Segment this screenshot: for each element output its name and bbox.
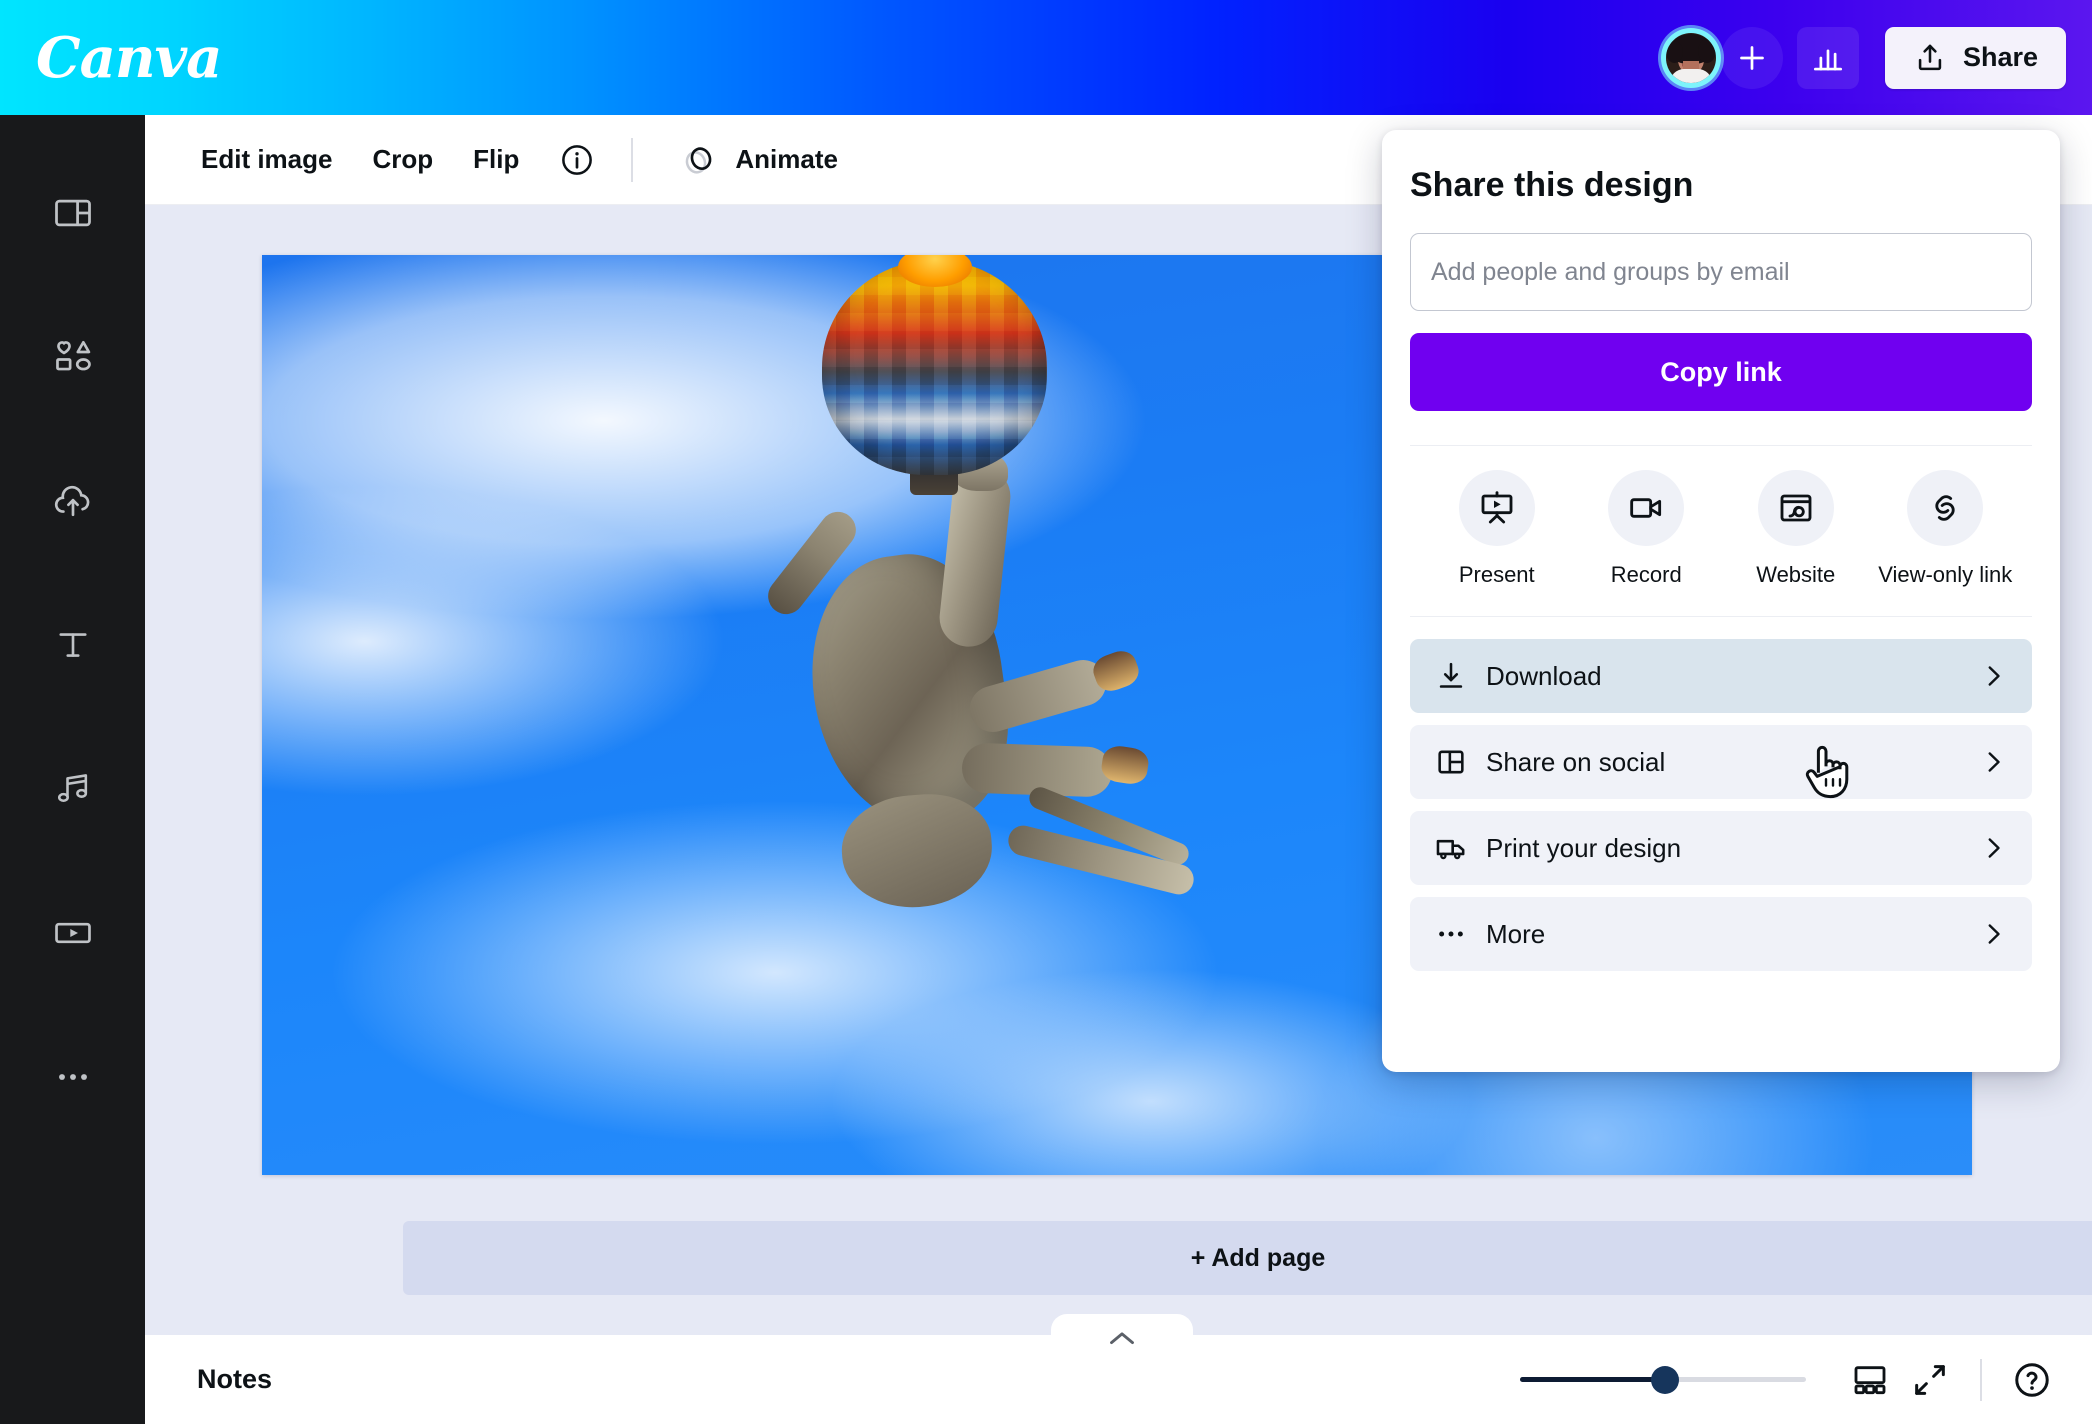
- more-icon: [58, 1074, 87, 1080]
- elements-icon: [55, 340, 91, 371]
- quick-action-present-label: Present: [1458, 562, 1535, 587]
- uploads-icon: [54, 485, 89, 517]
- record-icon-circle: [1608, 470, 1685, 546]
- more-dots-icon: [1434, 917, 1476, 951]
- canva-editor: Canva Share Edit image Crop Flip Animate…: [0, 0, 2092, 1424]
- chevron-right-icon: [1978, 919, 2008, 949]
- help-icon: [2015, 1362, 2049, 1397]
- website-icon-circle: [1757, 470, 1834, 546]
- share-on-social-icon: [1434, 745, 1476, 779]
- add-page-button[interactable]: + Add page: [403, 1221, 2092, 1295]
- collapse-panel-button[interactable]: [1051, 1314, 1193, 1354]
- sidebar-item-elements[interactable]: [25, 317, 121, 397]
- toolbar-divider: [631, 137, 634, 182]
- zoom-slider[interactable]: [1520, 1365, 1806, 1394]
- fullscreen-icon: [1915, 1364, 1945, 1395]
- menu-item-more-label: More: [1486, 918, 1546, 949]
- menu-item-download[interactable]: Download: [1410, 639, 2032, 713]
- insights-button[interactable]: [1796, 26, 1859, 89]
- menu-item-share-on-social-label: Share on social: [1486, 746, 1666, 777]
- toolbar-flip[interactable]: Flip: [453, 134, 539, 185]
- sidebar-item-more[interactable]: [25, 1037, 121, 1117]
- header-actions: Share: [1660, 26, 2066, 89]
- hot-air-balloon: [822, 260, 1047, 475]
- add-page-label: + Add page: [1190, 1243, 1326, 1272]
- canva-logo[interactable]: Canva: [36, 25, 222, 91]
- toolbar-animate-button[interactable]: Animate: [661, 130, 856, 190]
- help-button[interactable]: [2002, 1350, 2062, 1410]
- menu-item-print-your-design[interactable]: Print your design: [1410, 811, 2032, 885]
- sidebar-item-uploads[interactable]: [25, 461, 121, 541]
- zoom-slider-fill: [1520, 1377, 1665, 1382]
- bar-chart-icon: [1813, 49, 1842, 70]
- share-quick-actions: Present Record Website View-only link: [1410, 445, 2032, 617]
- animate-label: Animate: [735, 144, 838, 174]
- info-icon: [562, 144, 593, 175]
- website-icon: [1780, 494, 1812, 522]
- chevron-right-icon: [1978, 661, 2008, 691]
- audio-icon: [57, 774, 87, 803]
- quick-action-record[interactable]: Record: [1572, 470, 1722, 588]
- quick-action-present[interactable]: Present: [1422, 470, 1572, 588]
- toolbar-info-button[interactable]: [551, 134, 603, 186]
- sidebar-item-text[interactable]: [25, 605, 121, 685]
- present-icon-circle: [1458, 470, 1535, 546]
- quick-action-record-label: Record: [1610, 562, 1682, 587]
- menu-item-download-label: Download: [1486, 660, 1602, 691]
- toolbar-crop[interactable]: Crop: [352, 134, 453, 185]
- present-icon: [1481, 491, 1513, 524]
- add-collaborator-button[interactable]: [1720, 26, 1783, 89]
- quick-action-website-label: Website: [1756, 562, 1836, 587]
- avatar-image: [1665, 32, 1716, 83]
- top-header: Canva Share: [0, 0, 2092, 115]
- avatar[interactable]: [1660, 27, 1721, 88]
- share-design-panel: Share this design Copy link Present: [1382, 130, 2060, 1072]
- share-panel-title: Share this design: [1410, 166, 1694, 204]
- quick-action-view-only-link[interactable]: View-only link: [1871, 470, 2021, 588]
- animate-icon: [686, 146, 712, 174]
- chevron-right-icon: [1978, 833, 2008, 863]
- design-icon: [54, 199, 91, 227]
- menu-item-print-your-design-label: Print your design: [1486, 832, 1682, 863]
- fullscreen-button[interactable]: [1900, 1350, 1960, 1410]
- grid-view-icon: [1854, 1365, 1886, 1394]
- sidebar-item-design[interactable]: [25, 173, 121, 253]
- share-email-input[interactable]: [1410, 233, 2032, 311]
- text-icon: [58, 633, 87, 657]
- chevron-right-icon: [1978, 747, 2008, 777]
- toolbar-edit-image[interactable]: Edit image: [181, 134, 352, 185]
- share-button[interactable]: Share: [1884, 26, 2066, 89]
- zoom-slider-knob[interactable]: [1651, 1365, 1679, 1394]
- bottom-bar-right: [1520, 1350, 2062, 1410]
- share-button-label: Share: [1962, 42, 2038, 72]
- quick-action-website[interactable]: Website: [1721, 470, 1871, 588]
- left-sidebar: [0, 115, 145, 1424]
- share-upload-icon: [1918, 44, 1942, 70]
- videos-icon: [54, 922, 91, 944]
- grid-view-button[interactable]: [1840, 1350, 1900, 1410]
- bottom-divider: [1980, 1358, 1982, 1401]
- sidebar-item-videos[interactable]: [25, 893, 121, 973]
- copy-link-button[interactable]: Copy link: [1410, 333, 2032, 411]
- share-menu-list: Download Share on social Print your desi…: [1410, 639, 2032, 971]
- plus-icon: [1740, 45, 1764, 70]
- chevron-up-icon: [1110, 1332, 1134, 1345]
- download-icon: [1434, 659, 1476, 693]
- menu-item-share-on-social[interactable]: Share on social: [1410, 725, 2032, 799]
- print-truck-icon: [1434, 831, 1476, 865]
- notes-button[interactable]: Notes: [181, 1354, 288, 1405]
- quick-action-view-only-link-label: View-only link: [1878, 562, 2013, 587]
- view-only-link-icon-circle: [1907, 470, 1984, 546]
- menu-item-more[interactable]: More: [1410, 897, 2032, 971]
- view-only-link-icon: [1935, 495, 1955, 521]
- record-icon: [1630, 498, 1662, 518]
- sidebar-item-audio[interactable]: [25, 749, 121, 829]
